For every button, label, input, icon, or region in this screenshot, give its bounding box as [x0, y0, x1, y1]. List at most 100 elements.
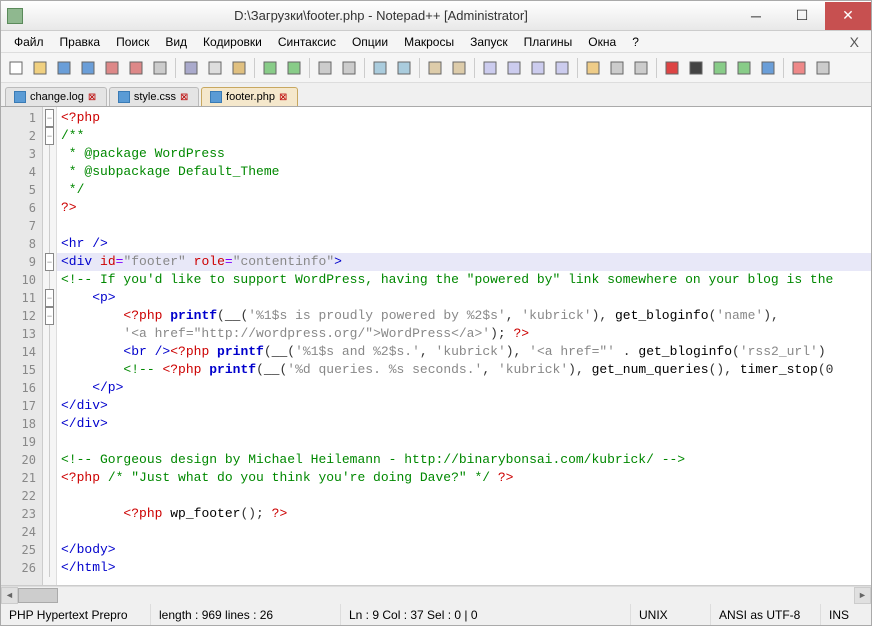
code-line[interactable]: </div> [57, 415, 871, 433]
tab-footer-php[interactable]: footer.php⊠ [201, 87, 298, 106]
sync-h-icon[interactable] [448, 57, 470, 79]
code-line[interactable]: </div> [57, 397, 871, 415]
func-list-icon[interactable] [630, 57, 652, 79]
stop-macro-icon[interactable] [685, 57, 707, 79]
code-line[interactable]: </p> [57, 379, 871, 397]
code-line[interactable]: <?php [57, 109, 871, 127]
tab-style-css[interactable]: style.css⊠ [109, 87, 199, 106]
tab-close-icon[interactable]: ⊠ [279, 92, 289, 102]
code-line[interactable]: <?php printf(__('%1$s is proudly powered… [57, 307, 871, 325]
close-all-icon[interactable] [125, 57, 147, 79]
menu-окна[interactable]: Окна [581, 33, 623, 51]
menu-?[interactable]: ? [625, 33, 646, 51]
find-icon[interactable] [314, 57, 336, 79]
print-icon[interactable] [149, 57, 171, 79]
menu-вид[interactable]: Вид [158, 33, 194, 51]
fold-toggle[interactable]: − [45, 127, 54, 145]
code-line[interactable]: <div id="footer" role="contentinfo"> [57, 253, 871, 271]
titlebar[interactable]: D:\Загрузки\footer.php - Notepad++ [Admi… [1, 1, 871, 31]
code-line[interactable]: </html> [57, 559, 871, 577]
code-line[interactable]: * @package WordPress [57, 145, 871, 163]
horizontal-scrollbar[interactable]: ◄ ► [1, 586, 871, 603]
whitespace-icon[interactable] [503, 57, 525, 79]
code-line[interactable]: </body> [57, 541, 871, 559]
close-button[interactable]: ✕ [825, 2, 871, 30]
new-file-icon[interactable] [5, 57, 27, 79]
fold-toggle[interactable]: − [45, 307, 54, 325]
code-line[interactable]: <hr /> [57, 235, 871, 253]
code-line[interactable] [57, 217, 871, 235]
menu-кодировки[interactable]: Кодировки [196, 33, 269, 51]
tab-change-log[interactable]: change.log⊠ [5, 87, 107, 106]
code-line[interactable]: * @subpackage Default_Theme [57, 163, 871, 181]
window-title: D:\Загрузки\footer.php - Notepad++ [Admi… [29, 8, 733, 23]
scroll-track[interactable] [18, 587, 854, 604]
replace-icon[interactable] [338, 57, 360, 79]
wrap-icon[interactable] [479, 57, 501, 79]
spellcheck-icon[interactable] [788, 57, 810, 79]
menu-запуск[interactable]: Запуск [463, 33, 515, 51]
line-number-gutter[interactable]: 1234567891011121314151617181920212223242… [1, 107, 43, 585]
menu-опции[interactable]: Опции [345, 33, 395, 51]
app-icon [7, 8, 23, 24]
fold-column[interactable]: −−−−− [43, 107, 57, 585]
save-icon[interactable] [53, 57, 75, 79]
status-length: length : 969 lines : 26 [151, 604, 341, 625]
close-icon[interactable] [101, 57, 123, 79]
open-file-icon[interactable] [29, 57, 51, 79]
indent-guide-icon[interactable] [527, 57, 549, 79]
save-macro-icon[interactable] [757, 57, 779, 79]
scroll-thumb[interactable] [18, 588, 58, 603]
code-editor[interactable]: <?php/** * @package WordPress * @subpack… [57, 107, 871, 585]
lang-icon[interactable] [551, 57, 573, 79]
doc-switch-icon[interactable] [812, 57, 834, 79]
code-line[interactable] [57, 523, 871, 541]
code-line[interactable]: <!-- If you'd like to support WordPress,… [57, 271, 871, 289]
tabbar: change.log⊠style.css⊠footer.php⊠ [1, 83, 871, 107]
save-all-icon[interactable] [77, 57, 99, 79]
code-line[interactable]: <!-- Gorgeous design by Michael Heileman… [57, 451, 871, 469]
code-line[interactable]: '<a href="http://wordpress.org/">WordPre… [57, 325, 871, 343]
code-line[interactable]: <p> [57, 289, 871, 307]
code-line[interactable] [57, 433, 871, 451]
file-icon [210, 91, 222, 103]
minimize-button[interactable]: ─ [733, 2, 779, 30]
undo-icon[interactable] [259, 57, 281, 79]
tab-close-icon[interactable]: ⊠ [88, 92, 98, 102]
tab-close-icon[interactable]: ⊠ [180, 92, 190, 102]
code-line[interactable]: <?php /* "Just what do you think you're … [57, 469, 871, 487]
maximize-button[interactable]: ☐ [779, 2, 825, 30]
scroll-left-button[interactable]: ◄ [1, 587, 18, 604]
code-line[interactable] [57, 487, 871, 505]
doc-map-icon[interactable] [606, 57, 628, 79]
menu-файл[interactable]: Файл [7, 33, 51, 51]
menubar-close-icon[interactable]: X [844, 34, 865, 50]
menu-синтаксис[interactable]: Синтаксис [271, 33, 343, 51]
zoom-out-icon[interactable] [393, 57, 415, 79]
menu-правка[interactable]: Правка [53, 33, 108, 51]
code-line[interactable]: */ [57, 181, 871, 199]
cut-icon[interactable] [180, 57, 202, 79]
fold-toggle[interactable]: − [45, 109, 54, 127]
zoom-in-icon[interactable] [369, 57, 391, 79]
fold-toggle[interactable]: − [45, 289, 54, 307]
file-icon [14, 91, 26, 103]
record-macro-icon[interactable] [661, 57, 683, 79]
redo-icon[interactable] [283, 57, 305, 79]
fold-toggle[interactable]: − [45, 253, 54, 271]
scroll-right-button[interactable]: ► [854, 587, 871, 604]
code-line[interactable]: ?> [57, 199, 871, 217]
menu-плагины[interactable]: Плагины [517, 33, 580, 51]
code-line[interactable]: <br /><?php printf(__('%1$s and %2$s.', … [57, 343, 871, 361]
menu-макросы[interactable]: Макросы [397, 33, 461, 51]
code-line[interactable]: /** [57, 127, 871, 145]
sync-v-icon[interactable] [424, 57, 446, 79]
play-multi-icon[interactable] [733, 57, 755, 79]
code-line[interactable]: <?php wp_footer(); ?> [57, 505, 871, 523]
play-macro-icon[interactable] [709, 57, 731, 79]
menu-поиск[interactable]: Поиск [109, 33, 156, 51]
folder-icon[interactable] [582, 57, 604, 79]
paste-icon[interactable] [228, 57, 250, 79]
code-line[interactable]: <!-- <?php printf(__('%d queries. %s sec… [57, 361, 871, 379]
copy-icon[interactable] [204, 57, 226, 79]
